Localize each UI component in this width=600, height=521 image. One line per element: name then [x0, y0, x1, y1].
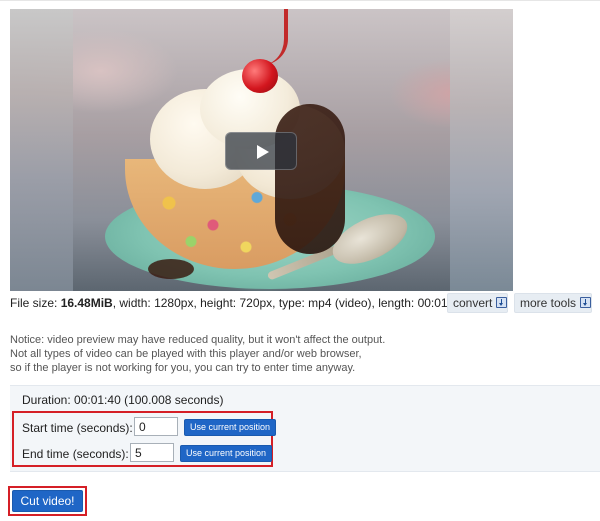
duration-text: Duration: 00:01:40 (100.008 seconds): [22, 393, 224, 407]
more-tools-button[interactable]: more tools: [514, 293, 592, 313]
convert-button[interactable]: convert: [447, 293, 508, 313]
end-time-label: End time (seconds):: [22, 447, 129, 461]
download-icon: [580, 297, 592, 308]
video-blur-right: [450, 9, 513, 291]
more-tools-label: more tools: [520, 296, 577, 310]
start-time-label: Start time (seconds):: [22, 421, 133, 435]
download-icon: [496, 297, 508, 308]
notice-line: Notice: video preview may have reduced q…: [10, 334, 386, 346]
start-time-input[interactable]: [134, 417, 178, 436]
file-info: File size: 16.48MiB, width: 1280px, heig…: [10, 296, 464, 310]
end-time-input[interactable]: [130, 443, 174, 462]
play-icon: [257, 145, 269, 159]
file-details: , width: 1280px, height: 720px, type: mp…: [112, 296, 465, 310]
video-chocolate: [275, 104, 345, 254]
notice: Notice: video preview may have reduced q…: [10, 333, 385, 375]
video-player[interactable]: [10, 9, 513, 291]
file-size-value: 16.48MiB: [60, 296, 113, 310]
notice-line: Not all types of video can be played wit…: [10, 348, 362, 360]
cut-video-button[interactable]: Cut video!: [12, 490, 83, 512]
file-size-label: File size:: [10, 296, 61, 310]
end-use-current-position-button[interactable]: Use current position: [180, 445, 273, 462]
start-use-current-position-button[interactable]: Use current position: [184, 419, 277, 436]
video-cherry: [242, 59, 278, 93]
notice-line: so if the player is not working for you,…: [10, 362, 356, 374]
video-chocolate-drip: [148, 259, 194, 279]
top-border: [0, 0, 600, 1]
video-blur-left: [10, 9, 73, 291]
play-button[interactable]: [225, 132, 297, 170]
convert-label: convert: [453, 296, 493, 310]
